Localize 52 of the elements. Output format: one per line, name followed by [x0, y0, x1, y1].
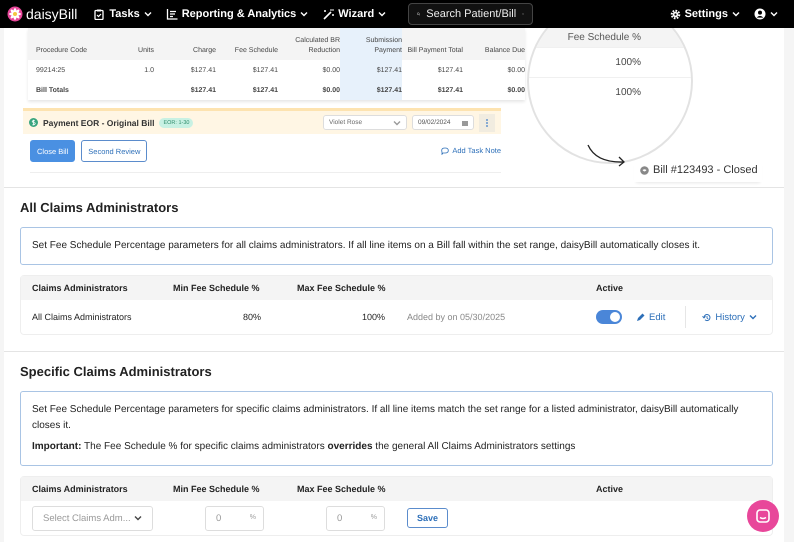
edit-link[interactable]: Edit: [636, 312, 666, 322]
chevron-down-icon: [393, 120, 401, 126]
info-text: Important: The Fee Schedule % for specific claims administrators overrides the general All Claims Administrators settings: [32, 440, 576, 454]
column-header: Claims Administrators: [32, 484, 129, 494]
user-icon: [754, 8, 766, 20]
gear-icon: [670, 8, 681, 20]
eor-title: Payment EOR - Original Bill: [43, 118, 154, 128]
menu-button[interactable]: Tasks: [87, 8, 158, 20]
chevron-down-icon: [134, 515, 142, 521]
section-title: Specific Claims Administrators: [20, 364, 213, 380]
table-cell: 100%: [529, 77, 691, 107]
dollar-icon: [29, 118, 38, 127]
column-header: Max Fee Schedule %: [297, 283, 387, 293]
active-toggle[interactable]: [596, 310, 622, 324]
flower-logo-icon: [7, 6, 23, 22]
arrow-icon: [587, 144, 627, 168]
column-header: Claims Administrators: [32, 283, 129, 293]
column-header: Active: [596, 484, 624, 494]
chevron-down-icon: [770, 11, 778, 17]
column-header: Active: [596, 283, 624, 293]
more-button[interactable]: [479, 114, 495, 132]
history-icon: [702, 312, 712, 322]
info-text: Set Fee Schedule Percentage parameters for all claims administrators. If all line items on a Bill fall within the set range, daisyBill automatically closes it.: [32, 239, 702, 253]
bill-status: Bill #123493 - Closed: [653, 164, 758, 176]
section-title: All Claims Administrators: [20, 200, 180, 216]
history-dropdown[interactable]: History: [702, 312, 757, 322]
bar-chart-icon: [166, 8, 178, 20]
save-button[interactable]: Save: [407, 508, 448, 528]
table-cell-text: Added by on 05/30/2025: [407, 312, 506, 322]
chat-icon: [755, 508, 771, 524]
chevron-down-icon: [748, 314, 757, 320]
comment-icon: [441, 146, 450, 154]
search-field[interactable]: Search Patient/Bill: [408, 3, 534, 25]
chevron-down-icon: [378, 11, 386, 17]
chevron-down-icon: [144, 11, 152, 17]
info-text: Set Fee Schedule Percentage parameters for specific claims administrators. If all line items match the set range for a listed administrator, daisyBill automatically closes it.: [32, 403, 740, 433]
menu-button[interactable]: Wizard: [316, 8, 392, 20]
column-header: Max Fee Schedule %: [297, 484, 387, 494]
table-cell-text: All Claims Administrators: [32, 312, 133, 322]
menu-button[interactable]: Reporting & Analytics: [160, 8, 314, 20]
column-header: Min Fee Schedule %: [173, 283, 261, 293]
table-cell-text: 80%: [242, 312, 262, 322]
pencil-icon: [636, 312, 645, 322]
clipboard-icon: [93, 8, 106, 20]
settings-menu[interactable]: Settings: [664, 8, 746, 20]
column-header: Min Fee Schedule %: [173, 484, 261, 494]
chevron-down-icon: [732, 11, 740, 17]
chevron-down-icon: [300, 11, 308, 17]
magic-wand-icon: [322, 8, 334, 20]
logo-text: daisyBill: [26, 6, 78, 22]
table-cell: 100%: [529, 47, 691, 77]
table-cell-text: 100%: [360, 312, 386, 322]
